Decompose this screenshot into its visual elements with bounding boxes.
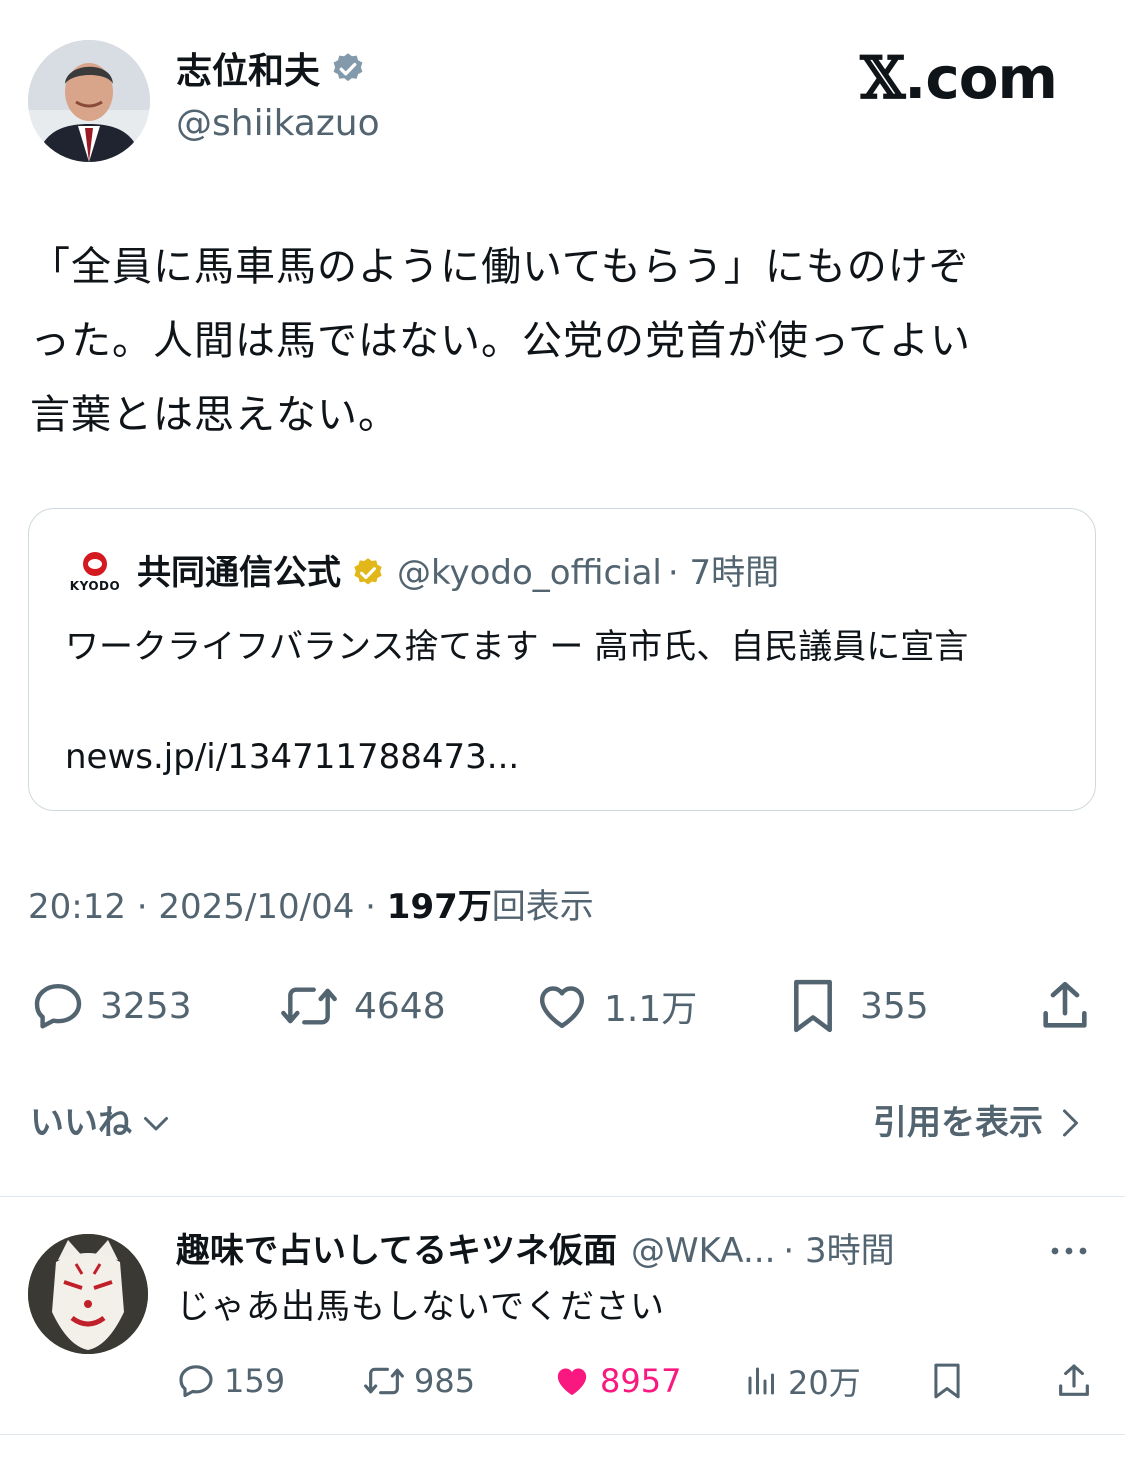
more-icon [1051,1247,1087,1255]
reply-icon [179,1365,213,1398]
reply-share-button[interactable] [1054,1358,1102,1404]
likes-toggle[interactable]: いいね [30,1098,174,1148]
reply-reply-count: 159 [224,1362,286,1400]
reply-count: 3253 [100,985,192,1027]
divider [0,1434,1125,1435]
share-icon [1043,981,1087,1028]
kyodo-logo: KYODO [67,551,123,597]
repost-icon [281,987,337,1025]
more-options-button[interactable] [1047,1236,1091,1270]
reply-icon [34,983,82,1029]
heart-filled-icon [557,1368,587,1396]
quote-link[interactable]: news.jp/i/134711788473... [65,731,519,783]
author-name-text: 志位和夫 [176,51,321,92]
reply-author-handle[interactable]: @WKA... [631,1228,775,1274]
heart-icon [539,986,585,1029]
post-meta: 20:12 · 2025/10/04 · 197万回表示 [28,884,594,930]
share-icon [1059,1364,1089,1396]
reply-time: · 3時間 [783,1231,895,1271]
like-button[interactable]: 1.1万 [532,976,697,1036]
bookmark-icon [934,1363,960,1399]
quote-text: ワークライフバランス捨てます ー 高市氏、自民議員に宣言 [65,627,969,667]
view-quotes-label: 引用を表示 [873,1103,1043,1143]
reply-author-avatar[interactable] [28,1234,148,1354]
like-count: 1.1万 [604,989,698,1030]
kyodo-logo-text: KYODO [69,579,121,593]
author-handle[interactable]: @shiikazuo [176,102,380,146]
reply-views-button[interactable]: 20万 [744,1358,861,1404]
post-timestamp: 20:12 · 2025/10/04 · [28,887,387,927]
view-label: 回表示 [491,887,594,927]
quote-author-name[interactable]: 共同通信公式 [137,551,341,595]
repost-icon [364,1367,404,1395]
post-text: 「全員に馬車馬のように働いてもらう」にものけぞ った。人間は馬ではない。公党の党… [30,244,971,438]
reply-reply-button[interactable]: 159 [176,1358,285,1404]
verified-badge-icon [330,51,366,98]
kyodo-logo-icon [83,552,107,576]
bookmark-button[interactable]: 355 [784,976,929,1036]
quote-time: · 7時間 [667,553,780,593]
reply-header: 趣味で占いしてるキツネ仮面 @WKA... · 3時間 [176,1228,895,1274]
divider [0,1196,1125,1197]
bookmark-icon [794,979,832,1033]
gold-verified-badge-icon [351,556,385,590]
reply-author-name[interactable]: 趣味で占いしてるキツネ仮面 [176,1228,617,1274]
chevron-down-icon [144,1117,168,1131]
watermark-domain: .com [904,44,1058,112]
analytics-icon [748,1367,774,1395]
view-count: 197万 [386,887,492,927]
quoted-post-card[interactable]: KYODO 共同通信公式 @kyodo_official · 7時間 ワークライ… [28,508,1096,811]
reply-like-button[interactable]: 8957 [552,1358,681,1404]
quote-header: 共同通信公式 @kyodo_official · 7時間 [137,551,779,595]
reply-view-count: 20万 [788,1364,861,1402]
reply-text: じゃあ出馬もしないでください [176,1287,665,1327]
repost-button[interactable]: 4648 [276,976,446,1036]
view-quotes-link[interactable]: 引用を表示 [873,1098,1087,1148]
reply-bookmark-button[interactable] [928,1358,974,1404]
bookmark-count: 355 [860,985,929,1027]
reply-button[interactable]: 3253 [28,976,192,1036]
share-button[interactable] [1036,976,1106,1036]
author-name[interactable]: 志位和夫 [176,50,366,98]
quote-author-handle[interactable]: @kyodo_official [397,551,662,595]
x-logo-icon: 𝕏 [860,44,905,112]
chevron-right-icon [1063,1109,1078,1137]
likes-toggle-label: いいね [30,1103,132,1143]
reply-repost-count: 985 [414,1362,476,1400]
author-avatar[interactable] [28,40,150,162]
repost-count: 4648 [354,985,446,1027]
reply-repost-button[interactable]: 985 [362,1358,475,1404]
reply-like-count: 8957 [600,1362,682,1400]
x-com-watermark: 𝕏.com [860,44,1058,112]
